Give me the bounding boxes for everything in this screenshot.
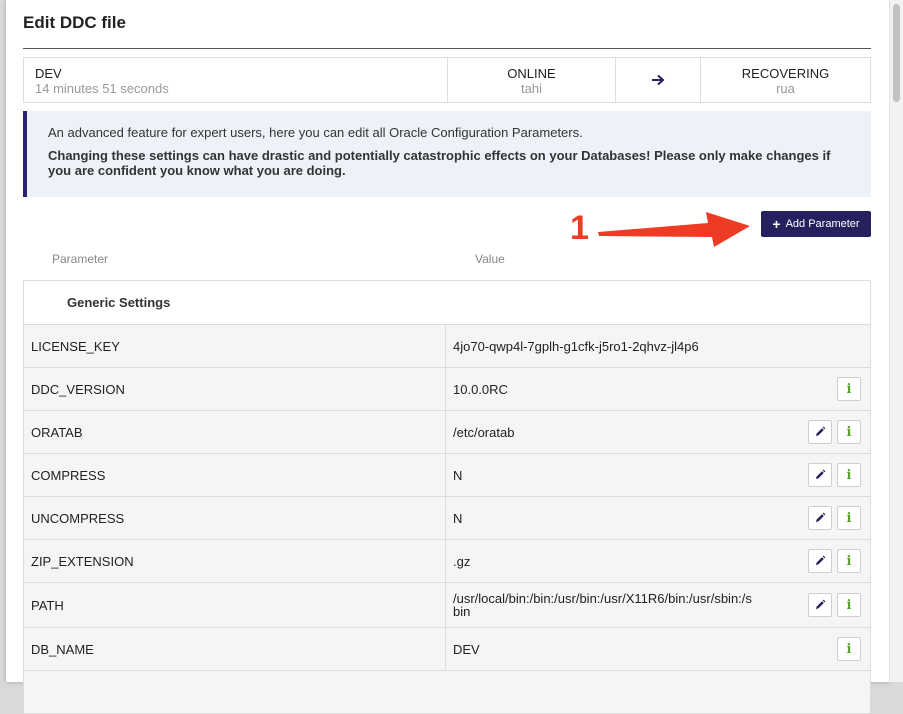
annotation-arrow-icon [598, 212, 750, 247]
info-button[interactable]: i [837, 506, 861, 530]
warning-callout: An advanced feature for expert users, he… [23, 111, 871, 197]
table-row: DB_NAME DEV i [24, 628, 870, 671]
parameter-value-text: 4jo70-qwp4l-7gplh-g1cfk-j5ro1-2qhvz-jl4p… [453, 338, 699, 354]
parameter-name: ZIP_EXTENSION [24, 540, 446, 582]
status-current-host: tahi [521, 81, 542, 96]
title-divider [23, 48, 871, 49]
edit-button[interactable] [808, 506, 832, 530]
pencil-icon [816, 555, 826, 565]
table-row: ORATAB /etc/oratab i [24, 411, 870, 454]
plus-icon: + [772, 216, 781, 232]
parameter-name: COMPRESS [24, 454, 446, 496]
table-row: DDC_VERSION 10.0.0RC i [24, 368, 870, 411]
table-row: COMPRESS N i [24, 454, 870, 497]
table-row: ZIP_EXTENSION .gz i [24, 540, 870, 583]
parameter-name: ORATAB [24, 411, 446, 453]
edit-button[interactable] [808, 420, 832, 444]
status-target-host: rua [776, 81, 795, 96]
table-row: LICENSE_KEY 4jo70-qwp4l-7gplh-g1cfk-j5ro… [24, 325, 870, 368]
callout-info-text: An advanced feature for expert users, he… [48, 125, 583, 140]
section-title-generic: Generic Settings [24, 281, 870, 325]
parameter-value-text: .gz [453, 553, 471, 569]
arrow-right-icon [652, 74, 665, 86]
parameter-table: Generic Settings LICENSE_KEY 4jo70-qwp4l… [23, 280, 871, 714]
status-duration: 14 minutes 51 seconds [35, 81, 169, 96]
parameter-value: /usr/local/bin:/bin:/usr/bin:/usr/X11R6/… [446, 583, 870, 627]
info-button[interactable]: i [837, 463, 861, 487]
status-db-name: DEV [35, 66, 62, 81]
parameter-value-text: /usr/local/bin:/bin:/usr/bin:/usr/X11R6/… [453, 591, 752, 619]
pencil-icon [816, 469, 826, 479]
parameter-name: UNCOMPRESS [24, 497, 446, 539]
parameter-value: 4jo70-qwp4l-7gplh-g1cfk-j5ro1-2qhvz-jl4p… [446, 325, 870, 367]
status-bar: DEV 14 minutes 51 seconds ONLINE tahi RE… [23, 57, 871, 103]
info-button[interactable]: i [837, 637, 861, 661]
info-button[interactable]: i [837, 549, 861, 573]
info-icon: i [846, 381, 852, 397]
edit-ddc-modal: Edit DDC file DEV 14 minutes 51 seconds … [6, 0, 890, 714]
parameter-value-text: N [453, 510, 463, 526]
status-db-cell: DEV 14 minutes 51 seconds [24, 58, 448, 102]
info-icon: i [846, 597, 852, 613]
parameter-value: DEV [446, 628, 870, 670]
status-target-state: RECOVERING [741, 66, 830, 81]
info-icon: i [846, 424, 852, 440]
parameter-value: .gz [446, 540, 870, 582]
parameter-value: 10.0.0RC [446, 368, 870, 410]
pencil-icon [816, 426, 826, 436]
add-parameter-button[interactable]: + Add Parameter [761, 211, 871, 237]
edit-button[interactable] [808, 593, 832, 617]
column-header-value: Value [475, 252, 505, 266]
parameter-value-text: 10.0.0RC [453, 381, 508, 397]
info-icon: i [846, 553, 852, 569]
parameter-value: N [446, 454, 870, 496]
callout-warning-text: Changing these settings can have drastic… [48, 148, 831, 178]
status-arrow-cell [616, 58, 701, 102]
column-header-parameter: Parameter [52, 252, 109, 266]
parameter-name: DDC_VERSION [24, 368, 446, 410]
info-button[interactable]: i [837, 420, 861, 444]
table-row: UNCOMPRESS N i [24, 497, 870, 540]
annotation-number: 1 [570, 209, 589, 247]
status-target-cell: RECOVERING rua [701, 58, 870, 102]
info-icon: i [846, 467, 852, 483]
status-current-state: ONLINE [507, 66, 556, 81]
parameter-value-text: DEV [453, 641, 480, 657]
table-row: PATH /usr/local/bin:/bin:/usr/bin:/usr/X… [24, 583, 870, 628]
parameter-value: N [446, 497, 870, 539]
info-button[interactable]: i [837, 593, 861, 617]
edit-button[interactable] [808, 463, 832, 487]
scrollbar[interactable] [889, 0, 903, 682]
parameter-value: /etc/oratab [446, 411, 870, 453]
parameter-name: DB_NAME [24, 628, 446, 670]
info-icon: i [846, 510, 852, 526]
parameter-value-text: N [453, 467, 463, 483]
parameter-name: LICENSE_KEY [24, 325, 446, 367]
parameter-name: PATH [24, 583, 446, 627]
pencil-icon [816, 512, 826, 522]
info-icon: i [846, 641, 852, 657]
table-row [24, 671, 870, 714]
add-parameter-label: Add Parameter [785, 218, 860, 230]
edit-button[interactable] [808, 549, 832, 573]
scrollbar-thumb[interactable] [893, 4, 900, 102]
pencil-icon [816, 599, 826, 609]
modal-title: Edit DDC file [23, 13, 126, 32]
parameter-value-text: /etc/oratab [453, 424, 515, 440]
info-button[interactable]: i [837, 377, 861, 401]
status-current-cell: ONLINE tahi [448, 58, 616, 102]
